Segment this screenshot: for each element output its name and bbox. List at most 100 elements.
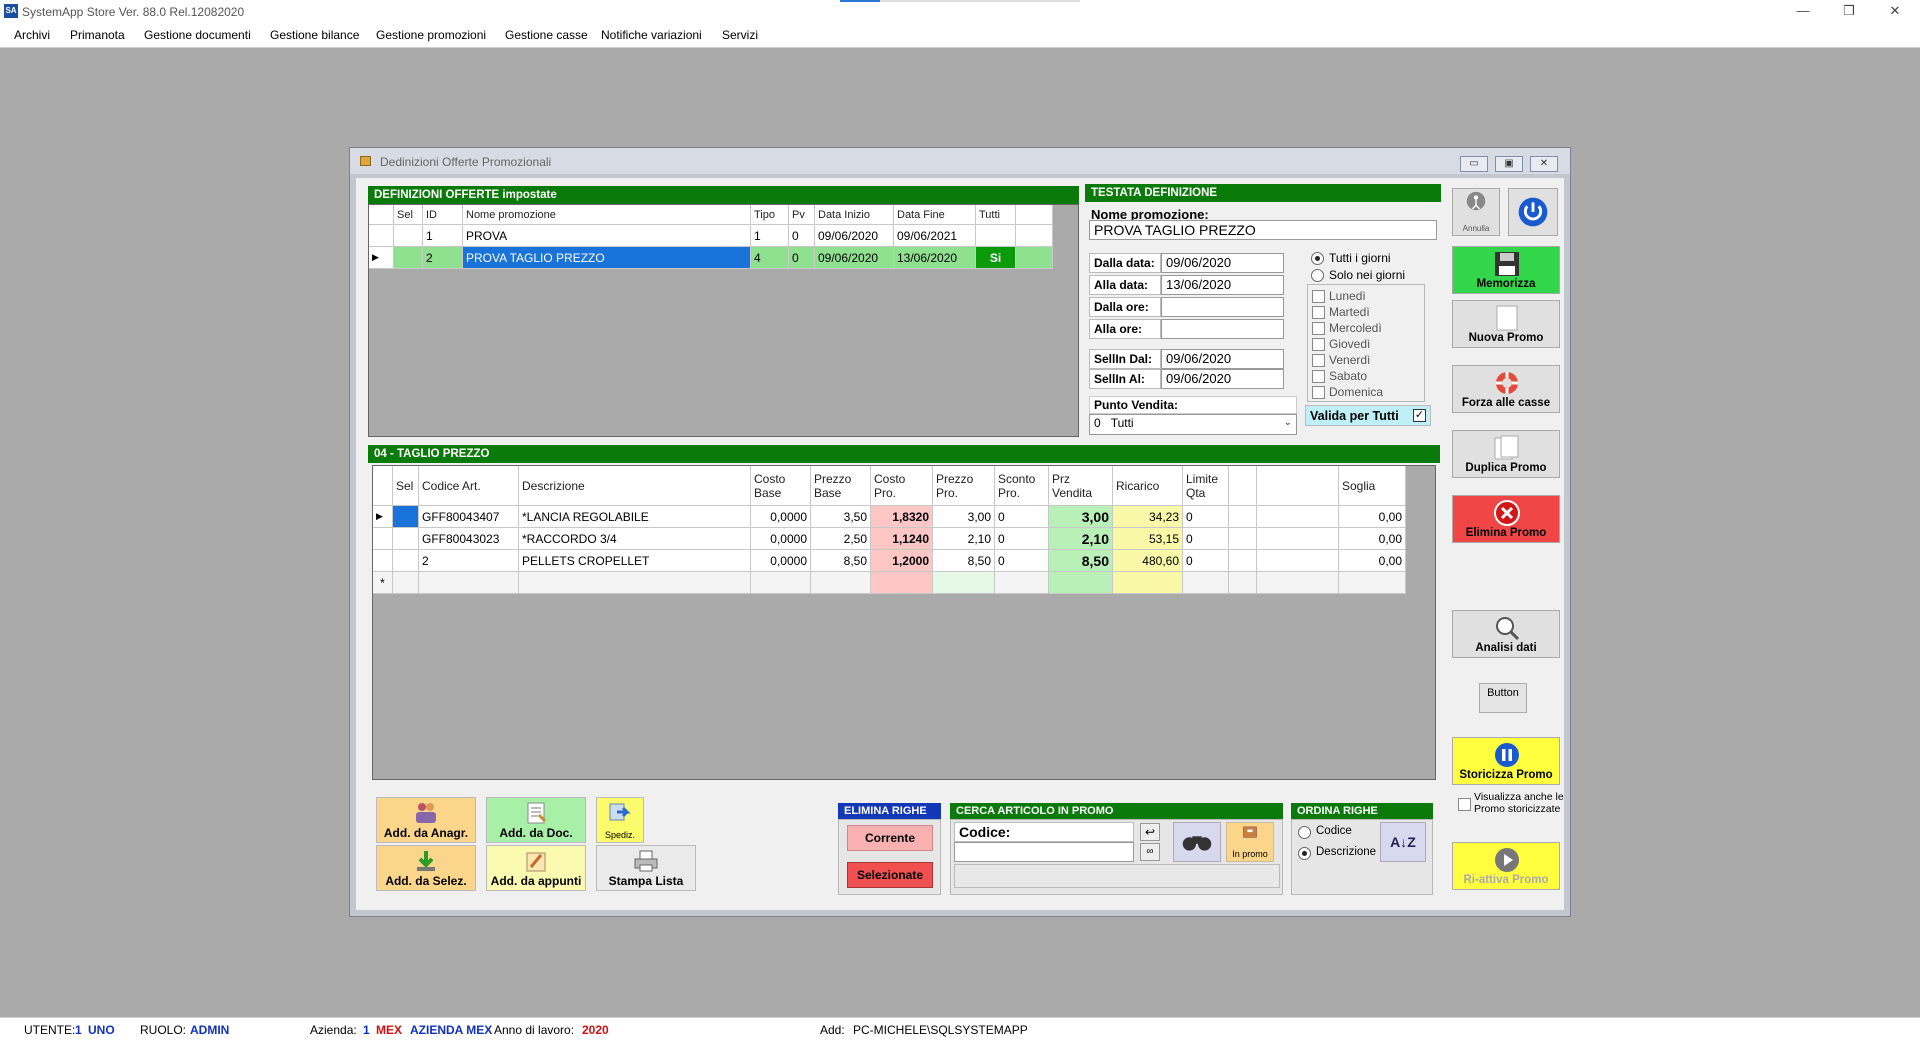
col-pv[interactable]: Pv <box>789 205 815 225</box>
spediz-button[interactable]: Spediz. <box>596 797 644 843</box>
dalle-ore-field[interactable] <box>1161 297 1284 317</box>
punto-vendita-select[interactable]: 0 Tutti ⌄ <box>1089 414 1297 435</box>
search-binoculars-button[interactable] <box>1173 822 1221 862</box>
cell-costo-pro[interactable]: 1,8320 <box>871 506 933 528</box>
menu-servizi[interactable]: Servizi <box>722 28 758 42</box>
taglio-grid[interactable]: Sel Codice Art. Descrizione Costo Base P… <box>372 465 1436 780</box>
riattiva-promo-button[interactable]: Ri-attiva Promo <box>1452 842 1560 890</box>
stampa-lista-button[interactable]: Stampa Lista <box>596 845 696 891</box>
cell-prz-vendita[interactable]: 2,10 <box>1049 528 1113 550</box>
alla-data-field[interactable]: 13/06/2020 <box>1161 275 1284 295</box>
col-sconto-pro[interactable]: Sconto Pro. <box>995 466 1049 506</box>
annulla-button[interactable]: Annulla <box>1452 188 1500 236</box>
nuova-promo-button[interactable]: Nuova Promo <box>1452 300 1560 348</box>
power-button[interactable] <box>1508 188 1558 236</box>
visualizza-storicizzate-checkbox[interactable] <box>1458 798 1471 811</box>
sellin-al-field[interactable]: 09/06/2020 <box>1161 369 1284 389</box>
cell-sconto-pro[interactable]: 0 <box>995 506 1049 528</box>
in-promo-button[interactable]: In promo <box>1226 822 1274 862</box>
add-da-doc-button[interactable]: Add. da Doc. <box>486 797 586 843</box>
checkbox-mercoledi[interactable] <box>1312 322 1325 335</box>
cerca-bottom-field[interactable] <box>954 864 1280 888</box>
cell-prezzo-pro[interactable]: 8,50 <box>933 550 995 572</box>
ordina-codice-radio[interactable] <box>1298 826 1311 839</box>
definizioni-grid[interactable]: Sel ID Nome promozione Tipo Pv Data Iniz… <box>368 204 1079 437</box>
cell-prezzo-pro[interactable]: 2,10 <box>933 528 995 550</box>
analisi-dati-button[interactable]: Analisi dati <box>1452 610 1560 658</box>
cell-prezzo-pro[interactable]: 3,00 <box>933 506 995 528</box>
checkbox-sabato[interactable] <box>1312 370 1325 383</box>
col-sel[interactable]: Sel <box>393 466 419 506</box>
cell-costo-pro[interactable] <box>871 572 933 594</box>
dalla-data-field[interactable]: 09/06/2020 <box>1161 253 1284 273</box>
add-da-selez-button[interactable]: Add. da Selez. <box>376 845 476 891</box>
table-row[interactable]: ▶ GFF80043407 *LANCIA REGOLABILE 0,0000 … <box>373 506 1406 528</box>
memorizza-button[interactable]: Memorizza <box>1452 246 1560 294</box>
col-costo-pro[interactable]: Costo Pro. <box>871 466 933 506</box>
table-row[interactable]: 1 PROVA 1 0 09/06/2020 09/06/2021 <box>369 225 1053 247</box>
cell-descrizione[interactable] <box>519 572 751 594</box>
elimina-corrente-button[interactable]: Corrente <box>847 825 933 851</box>
cell-limite-qta[interactable]: 0 <box>1183 550 1229 572</box>
table-row[interactable]: GFF80043023 *RACCORDO 3/4 0,0000 2,50 1,… <box>373 528 1406 550</box>
cell-limite-qta[interactable] <box>1183 572 1229 594</box>
cell-soglia[interactable]: 0,00 <box>1339 528 1406 550</box>
col-limite-qta[interactable]: Limite Qta <box>1183 466 1229 506</box>
menu-gestione-promozioni[interactable]: Gestione promozioni <box>376 28 486 42</box>
cell-sel[interactable] <box>394 247 423 269</box>
table-new-row[interactable]: * <box>373 572 1406 594</box>
ordina-descrizione-radio[interactable] <box>1298 847 1311 860</box>
codice-search-input[interactable] <box>954 842 1134 862</box>
forza-alle-casse-button[interactable]: Forza alle casse <box>1452 365 1560 413</box>
col-prz-vendita[interactable]: Prz Vendita <box>1049 466 1113 506</box>
col-blank-1[interactable] <box>1229 466 1257 506</box>
minimize-button[interactable]: — <box>1780 0 1826 24</box>
binoculars-small-icon[interactable]: ∞ <box>1140 843 1160 861</box>
col-tipo[interactable]: Tipo <box>751 205 789 225</box>
generic-button[interactable]: Button <box>1479 683 1527 713</box>
col-nome[interactable]: Nome promozione <box>463 205 751 225</box>
cell-sel[interactable] <box>393 506 419 528</box>
radio-solo-giorni[interactable] <box>1311 269 1324 282</box>
checkbox-venerdi[interactable] <box>1312 354 1325 367</box>
col-prezzo-base[interactable]: Prezzo Base <box>811 466 871 506</box>
col-descrizione[interactable]: Descrizione <box>519 466 751 506</box>
alle-ore-field[interactable] <box>1161 319 1284 339</box>
cell-limite-qta[interactable]: 0 <box>1183 528 1229 550</box>
valida-per-tutti[interactable]: Valida per Tutti ✓ <box>1305 405 1431 426</box>
cell-costo-pro[interactable]: 1,2000 <box>871 550 933 572</box>
col-ricarico[interactable]: Ricarico <box>1113 466 1183 506</box>
nome-promozione-field[interactable]: PROVA TAGLIO PREZZO <box>1089 220 1437 240</box>
col-codice[interactable]: Codice Art. <box>419 466 519 506</box>
duplica-promo-button[interactable]: Duplica Promo <box>1452 430 1560 478</box>
cell-sconto-pro[interactable] <box>995 572 1049 594</box>
restore-button[interactable]: ❐ <box>1826 0 1872 24</box>
cell-prz-vendita[interactable]: 3,00 <box>1049 506 1113 528</box>
storicizza-promo-button[interactable]: Storicizza Promo <box>1452 737 1560 785</box>
menu-notifiche-variazioni[interactable]: Notifiche variazioni <box>601 28 702 42</box>
menu-gestione-documenti[interactable]: Gestione documenti <box>144 28 251 42</box>
elimina-selezionate-button[interactable]: Selezionate <box>847 862 933 888</box>
col-blank-2[interactable] <box>1257 466 1339 506</box>
col-tutti[interactable]: Tutti <box>976 205 1016 225</box>
menu-gestione-bilance[interactable]: Gestione bilance <box>270 28 359 42</box>
cell-prz-vendita[interactable]: 8,50 <box>1049 550 1113 572</box>
checkbox-lunedi[interactable] <box>1312 290 1325 303</box>
col-id[interactable]: ID <box>423 205 463 225</box>
add-da-anagr-button[interactable]: Add. da Anagr. <box>376 797 476 843</box>
keyboard-icon[interactable]: ↩ <box>1140 823 1160 841</box>
checkbox-giovedi[interactable] <box>1312 338 1325 351</box>
cell-prz-vendita[interactable] <box>1049 572 1113 594</box>
cell-soglia[interactable]: 0,00 <box>1339 506 1406 528</box>
radio-tutti-giorni[interactable] <box>1311 252 1324 265</box>
col-costo-base[interactable]: Costo Base <box>751 466 811 506</box>
cell-limite-qta[interactable]: 0 <box>1183 506 1229 528</box>
col-prezzo-pro[interactable]: Prezzo Pro. <box>933 466 995 506</box>
menu-archivi[interactable]: Archivi <box>14 28 50 42</box>
col-sel[interactable]: Sel <box>394 205 423 225</box>
table-row[interactable]: 2 PELLETS CROPELLET 0,0000 8,50 1,2000 8… <box>373 550 1406 572</box>
elimina-promo-button[interactable]: Elimina Promo <box>1452 495 1560 543</box>
cell-sel[interactable] <box>393 550 419 572</box>
child-close-button[interactable]: ✕ <box>1530 156 1558 172</box>
cell-sel[interactable] <box>394 225 423 247</box>
